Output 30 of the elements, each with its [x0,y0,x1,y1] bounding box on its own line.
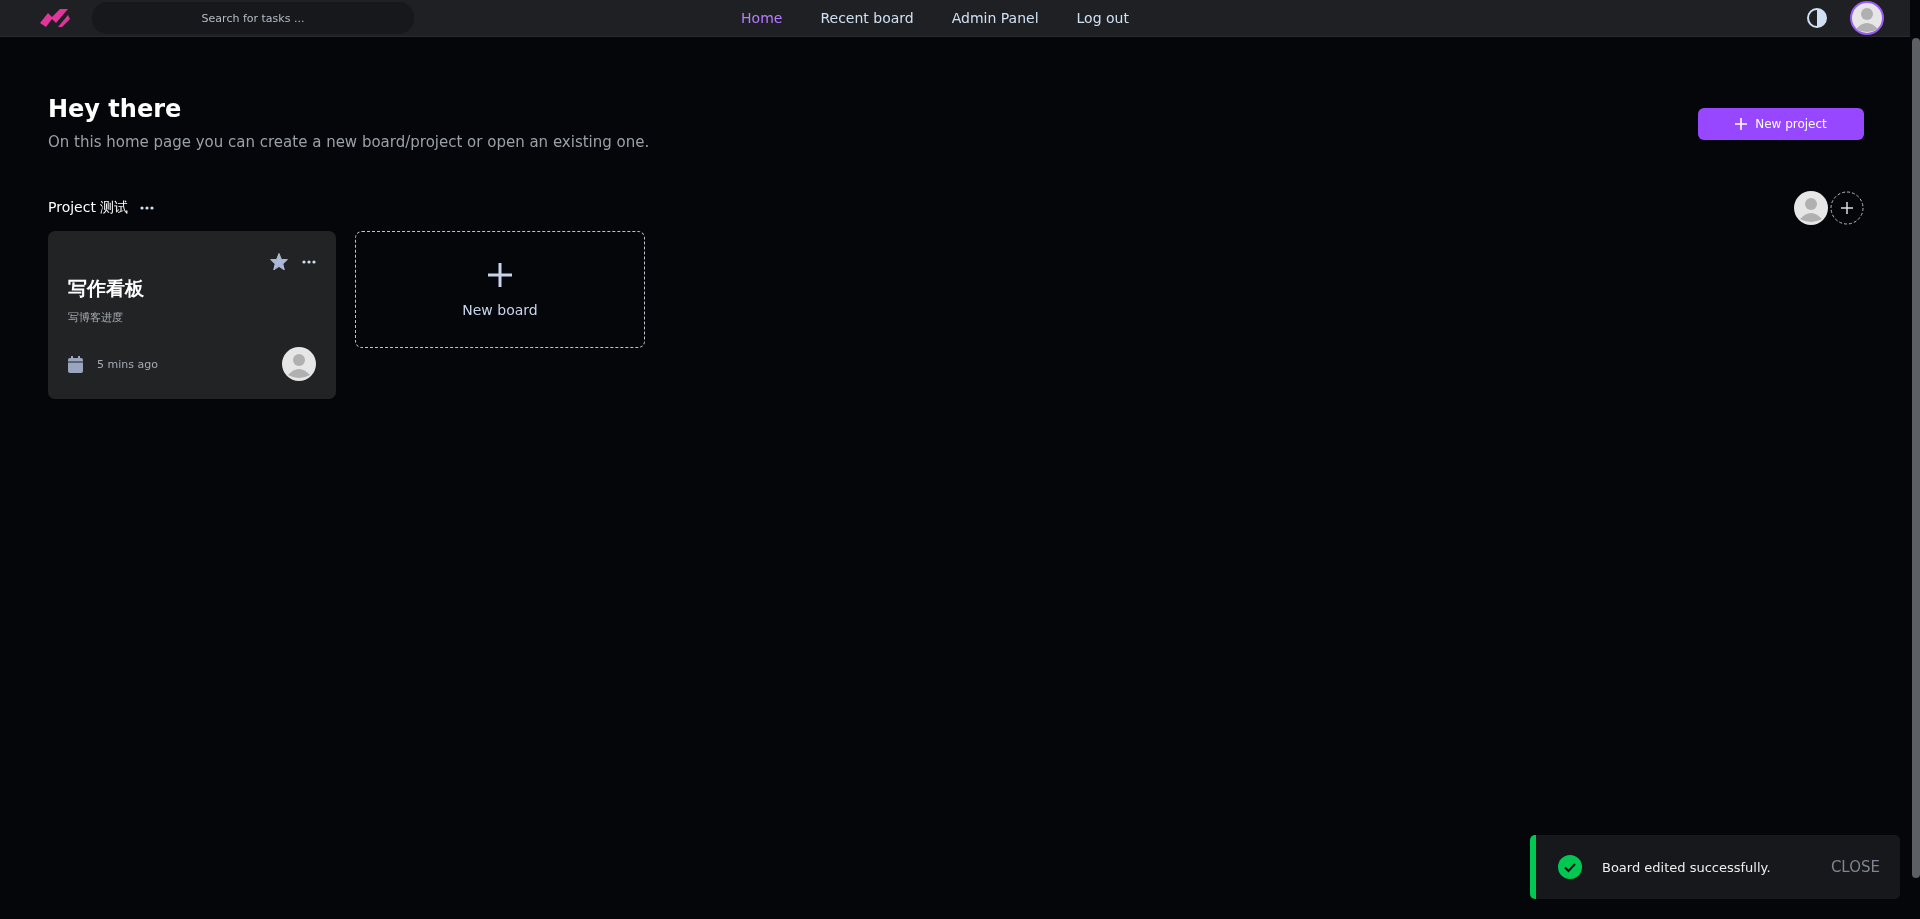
user-avatar[interactable] [1850,1,1884,35]
nav-link[interactable]: Recent board [820,10,914,26]
theme-toggle-icon[interactable] [1806,7,1828,29]
star-icon[interactable] [270,253,288,270]
logo-icon[interactable] [38,7,72,29]
nav-link[interactable]: Home [741,10,783,26]
nav-link[interactable]: Admin Panel [951,10,1039,26]
scrollbar[interactable] [1912,38,1920,878]
plus-icon [487,261,513,288]
board-title: 写作看板 [68,276,145,301]
check-icon [1558,855,1582,879]
board-description: 写博客进度 [68,310,124,325]
close-button[interactable]: CLOSE [1830,858,1880,876]
member-avatar [1794,191,1828,225]
search-field[interactable]: Search for tasks ... [92,2,414,34]
project-name: Project 测试 [48,199,129,217]
board-card[interactable]: 写作看板 写博客进度 5 mins ago [48,231,336,399]
new-project-button[interactable]: New project [1698,108,1864,140]
add-member-icon[interactable] [1830,191,1864,225]
new-board-button[interactable]: New board [355,231,645,348]
toast-message: Board edited successfully. [1602,859,1771,875]
nav-link[interactable]: Log out [1076,10,1129,26]
calendar-icon [68,355,83,373]
more-icon[interactable] [302,259,316,264]
more-icon[interactable] [140,206,155,210]
owner-avatar [282,347,316,381]
page-subtitle: On this home page you can create a new board/project or open an existing one. [48,133,650,151]
plus-icon [1735,118,1748,130]
page-title: Hey there [48,95,183,123]
updated-time: 5 mins ago [97,357,158,371]
